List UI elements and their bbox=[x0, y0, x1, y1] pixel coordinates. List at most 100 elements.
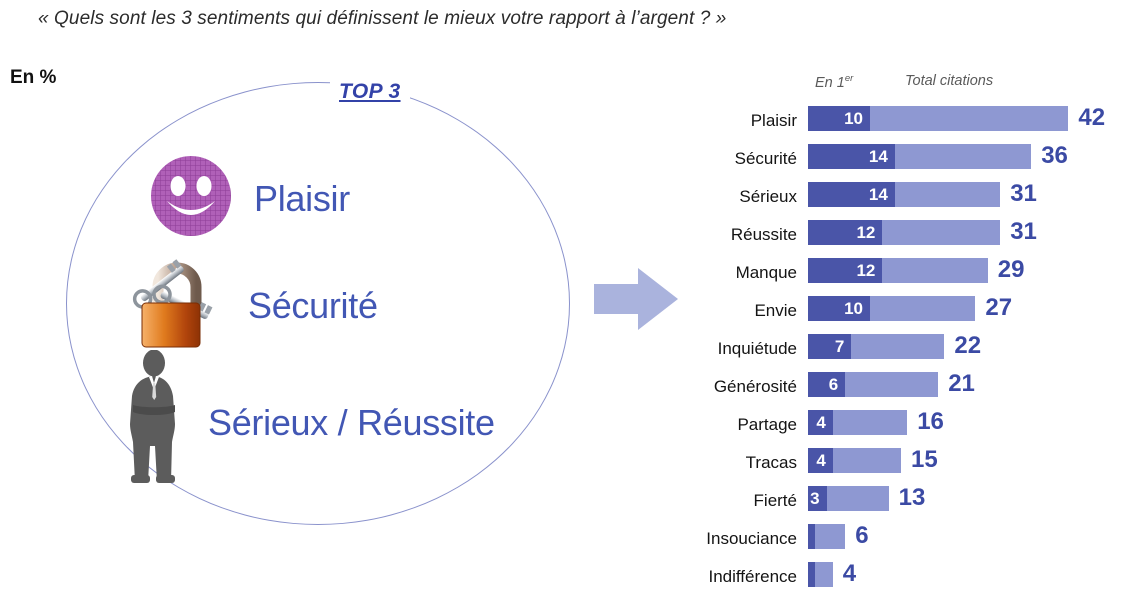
chart-bar-first-choice-segment: 10 bbox=[808, 106, 870, 131]
chart-bar-total-segment bbox=[882, 258, 988, 283]
chart-total-value: 29 bbox=[997, 256, 1025, 283]
chart-category-label: Insouciance bbox=[706, 529, 797, 548]
chart-total-value: 27 bbox=[985, 294, 1013, 321]
chart-row: Sérieux 14 31 bbox=[660, 179, 1125, 217]
chart-bar-first-choice-value: 12 bbox=[856, 261, 876, 280]
circle-item-securite: Sécurité bbox=[128, 255, 378, 356]
chart-bar-total-segment bbox=[815, 562, 833, 587]
chart-bar-first-choice-value: 12 bbox=[856, 223, 876, 242]
circle-item-label: Plaisir bbox=[254, 177, 350, 219]
chart-row: Sécurité 14 36 bbox=[660, 141, 1125, 179]
chart-category-label: Sécurité bbox=[734, 149, 797, 168]
chart-bar-total-segment bbox=[882, 220, 1001, 245]
chart-category-label: Générosité bbox=[713, 377, 797, 396]
chart-category-label: Manque bbox=[735, 263, 797, 282]
chart-bar-total-segment bbox=[870, 106, 1069, 131]
chart-bar: 4 bbox=[808, 410, 908, 435]
chart-category-label: Partage bbox=[737, 415, 797, 434]
chart-bar-first-choice-segment bbox=[808, 524, 815, 549]
chart-bar-first-choice-segment: 14 bbox=[808, 144, 895, 169]
chart-category-label: Envie bbox=[754, 301, 797, 320]
chart-total-value: 15 bbox=[911, 446, 938, 473]
chart-column-headers: En 1er Total citations bbox=[660, 70, 1125, 94]
chart-bar-total-segment bbox=[826, 486, 889, 511]
chart-bar-total-segment bbox=[894, 144, 1032, 169]
chart-bar-first-choice-value: 10 bbox=[844, 299, 863, 318]
page-title: « Quels sont les 3 sentiments qui défini… bbox=[38, 8, 727, 29]
circle-item-serieux-reussite: Sérieux / Réussite bbox=[122, 349, 495, 495]
chart-bar-first-choice-segment: 14 bbox=[808, 182, 895, 207]
chart-bar-first-choice-value: 4 bbox=[816, 413, 826, 432]
chart-row: Manque 12 29 bbox=[660, 255, 1125, 293]
chart-bar-first-choice-value: 10 bbox=[844, 109, 863, 128]
chart-category-label: Plaisir bbox=[750, 111, 797, 130]
chart-bar: 10 bbox=[808, 106, 1069, 131]
chart-row: Fierté 3 13 bbox=[660, 483, 1125, 521]
chart-bar: 7 bbox=[808, 334, 945, 359]
circle-item-plaisir: Plaisir bbox=[150, 155, 350, 242]
chart-bar-total-segment bbox=[851, 334, 945, 359]
chart-bar bbox=[808, 524, 846, 549]
chart-bar-first-choice-segment: 7 bbox=[808, 334, 852, 359]
top3-circle-panel: TOP 3 Plaisir Sécurité Sérieux / Réussit… bbox=[0, 60, 600, 560]
chart-total-value: 36 bbox=[1041, 142, 1068, 169]
chart-bar-first-choice-value: 7 bbox=[834, 337, 845, 356]
chart-category-label: Sérieux bbox=[739, 187, 797, 206]
chart-total-value: 42 bbox=[1078, 104, 1106, 131]
chart-total-value: 21 bbox=[948, 370, 975, 397]
chart-total-value: 4 bbox=[842, 560, 857, 587]
chart-total-value: 31 bbox=[1010, 218, 1037, 245]
chart-bar: 4 bbox=[808, 448, 901, 473]
chart-row: Réussite 12 31 bbox=[660, 217, 1125, 255]
chart-bar-first-choice-value: 4 bbox=[816, 451, 826, 470]
chart-bar-first-choice-segment: 4 bbox=[808, 410, 833, 435]
chart-bar-first-choice-segment: 12 bbox=[808, 258, 883, 283]
chart-bar: 14 bbox=[808, 144, 1032, 169]
chart-total-value: 31 bbox=[1010, 180, 1037, 207]
chart-bar-first-choice-value: 14 bbox=[868, 147, 888, 166]
chart-total-value: 22 bbox=[954, 332, 982, 359]
chart-bar-first-choice-value: 3 bbox=[810, 489, 820, 508]
chart-bar: 12 bbox=[808, 220, 1001, 245]
chart-bar-total-segment bbox=[815, 524, 846, 549]
chart-bar-first-choice-segment bbox=[808, 562, 815, 587]
chart-bar-first-choice-segment: 3 bbox=[808, 486, 827, 511]
chart-bar-total-segment bbox=[870, 296, 976, 321]
top3-badge: TOP 3 bbox=[330, 80, 410, 104]
chart-row: Générosité 6 21 bbox=[660, 369, 1125, 407]
padlock-icon bbox=[128, 255, 224, 356]
chart-category-label: Inquiétude bbox=[717, 339, 797, 358]
chart-category-label: Fierté bbox=[753, 491, 797, 510]
circle-item-label: Sécurité bbox=[248, 284, 378, 326]
stacked-bar-chart: En 1er Total citations Plaisir 10 42 Sécuri… bbox=[660, 70, 1125, 587]
column-header-total-citations: Total citations bbox=[905, 73, 994, 89]
chart-row: Plaisir 10 42 bbox=[660, 103, 1125, 141]
chart-category-label: Tracas bbox=[745, 453, 797, 472]
chart-total-value: 6 bbox=[855, 522, 869, 549]
chart-bar-total-segment bbox=[845, 372, 939, 397]
chart-bar-first-choice-segment: 10 bbox=[808, 296, 870, 321]
chart-bar-first-choice-segment: 4 bbox=[808, 448, 833, 473]
chart-row: Indifférence 4 bbox=[660, 559, 1125, 597]
chart-row: Tracas 4 15 bbox=[660, 445, 1125, 483]
chart-row: Inquiétude 7 22 bbox=[660, 331, 1125, 369]
chart-bar bbox=[808, 562, 833, 587]
chart-bar-total-segment bbox=[832, 448, 901, 473]
chart-bar-first-choice-value: 6 bbox=[828, 375, 839, 394]
chart-bar: 10 bbox=[808, 296, 976, 321]
chart-bar: 3 bbox=[808, 486, 889, 511]
smiley-face-icon bbox=[150, 155, 232, 242]
chart-total-value: 16 bbox=[917, 408, 944, 435]
businessman-silhouette-icon bbox=[122, 349, 186, 495]
chart-row: Partage 4 16 bbox=[660, 407, 1125, 445]
chart-category-label: Réussite bbox=[730, 225, 797, 244]
chart-total-value: 13 bbox=[898, 484, 926, 511]
chart-bar: 12 bbox=[808, 258, 988, 283]
chart-bar: 6 bbox=[808, 372, 939, 397]
chart-bar-total-segment bbox=[894, 182, 1001, 207]
chart-bar-first-choice-segment: 6 bbox=[808, 372, 846, 397]
chart-category-label: Indifférence bbox=[708, 567, 797, 586]
chart-row: Insouciance 6 bbox=[660, 521, 1125, 559]
chart-row: Envie 10 27 bbox=[660, 293, 1125, 331]
chart-bar: 14 bbox=[808, 182, 1001, 207]
